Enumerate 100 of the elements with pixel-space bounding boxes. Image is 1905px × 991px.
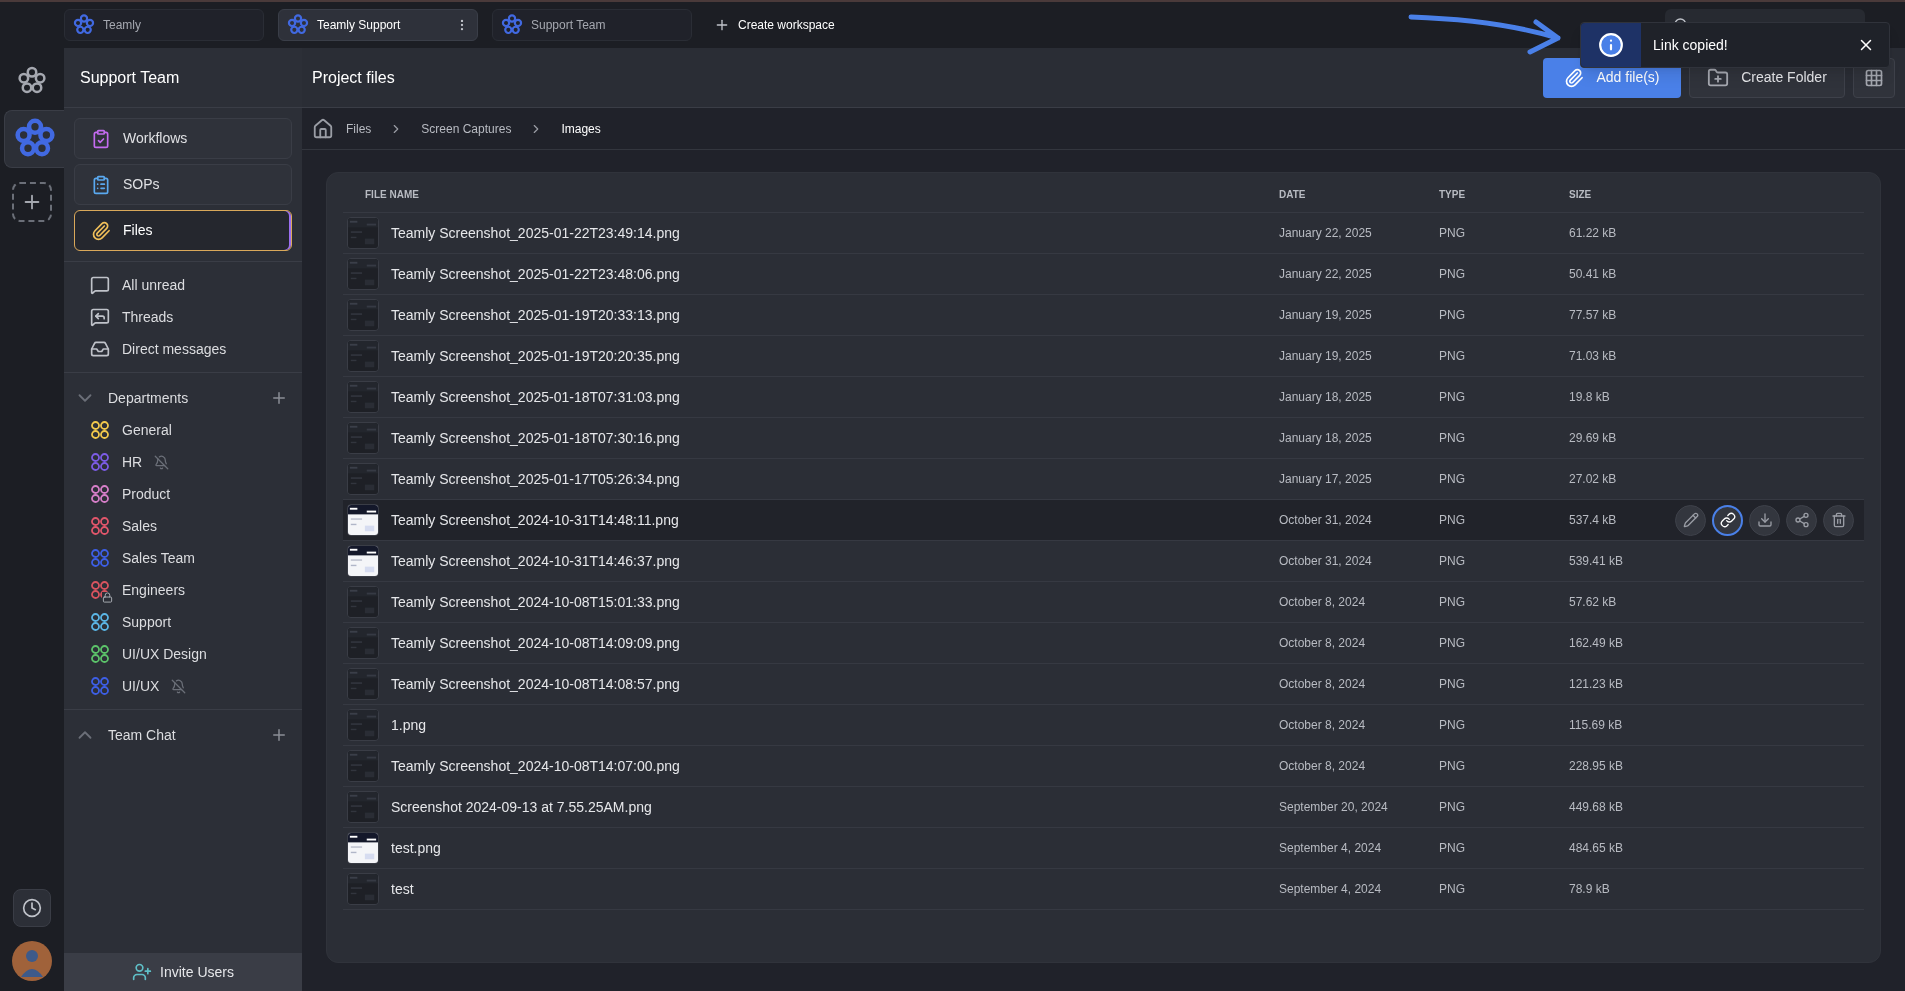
- file-date: October 31, 2024: [1278, 553, 1373, 570]
- file-row[interactable]: Teamly Screenshot_2025-01-19T20:20:35.png January 19, 2025 PNG 71.03 kB: [343, 336, 1864, 377]
- file-row[interactable]: Teamly Screenshot_2025-01-18T07:31:03.png January 18, 2025 PNG 19.8 kB: [343, 377, 1864, 418]
- share-button[interactable]: [1786, 504, 1817, 536]
- home-icon[interactable]: [312, 117, 334, 140]
- column-header: TYPE: [1439, 188, 1467, 202]
- file-date: January 19, 2025: [1278, 307, 1373, 324]
- file-row[interactable]: Teamly Screenshot_2024-10-08T14:08:57.png October 8, 2024 PNG 121.23 kB: [343, 664, 1864, 705]
- breadcrumb-link[interactable]: Files: [346, 119, 372, 138]
- file-row[interactable]: Teamly Screenshot_2025-01-19T20:33:13.png January 19, 2025 PNG 77.57 kB: [343, 295, 1864, 336]
- channel-name: UI/UX: [122, 676, 160, 696]
- file-row[interactable]: Teamly Screenshot_2025-01-22T23:48:06.png January 22, 2025 PNG 50.41 kB: [343, 254, 1864, 295]
- inbox-item[interactable]: All unread: [90, 272, 276, 298]
- file-row[interactable]: 1.png October 8, 2024 PNG 115.69 kB: [343, 705, 1864, 746]
- trash-icon: [1830, 512, 1847, 528]
- workspace-tab[interactable]: Support Team: [492, 9, 692, 41]
- workspace-name: Support Team: [531, 17, 607, 34]
- file-size: 78.9 kB: [1569, 881, 1611, 898]
- column-header: DATE: [1279, 188, 1307, 202]
- workspace-name: Teamly Support: [317, 17, 402, 34]
- avatar[interactable]: [12, 941, 52, 981]
- file-name: test: [391, 879, 414, 899]
- history-button[interactable]: [13, 889, 51, 927]
- inbox-item[interactable]: Direct messages: [90, 336, 276, 362]
- page-title: Project files: [312, 67, 396, 88]
- file-type: PNG: [1438, 389, 1466, 406]
- file-type: PNG: [1438, 840, 1466, 857]
- invite-users-button[interactable]: Invite Users: [64, 953, 302, 991]
- download-button[interactable]: [1749, 504, 1780, 536]
- file-size: 228.95 kB: [1569, 758, 1625, 775]
- clipboard-icon: [91, 174, 111, 195]
- file-row[interactable]: Teamly Screenshot_2024-10-31T14:46:37.png October 31, 2024 PNG 539.41 kB: [343, 541, 1864, 582]
- file-size: 449.68 kB: [1569, 799, 1625, 816]
- channel-item[interactable]: General: [90, 417, 292, 443]
- channel-item[interactable]: HR: [90, 449, 292, 475]
- file-size: 115.69 kB: [1569, 717, 1624, 734]
- file-row[interactable]: Teamly Screenshot_2024-10-08T15:01:33.png October 8, 2024 PNG 57.62 kB: [343, 582, 1864, 623]
- file-size: 61.22 kB: [1569, 225, 1618, 242]
- add-icon[interactable]: [270, 726, 288, 744]
- file-row[interactable]: Teamly Screenshot_2024-10-08T14:09:09.png October 8, 2024 PNG 162.49 kB: [343, 623, 1864, 664]
- breadcrumb-link[interactable]: Images: [561, 119, 601, 138]
- paperclip-icon: [1564, 67, 1585, 88]
- channel-name: Support: [122, 612, 172, 632]
- file-row[interactable]: Screenshot 2024-09-13 at 7.55.25AM.png September 20, 2024 PNG 449.68 kB: [343, 787, 1864, 828]
- grid-icon: [1864, 67, 1884, 88]
- file-type: PNG: [1438, 266, 1466, 283]
- channel-item[interactable]: Sales Team: [90, 545, 292, 571]
- channel-item[interactable]: Sales: [90, 513, 292, 539]
- link-button[interactable]: [1712, 504, 1743, 536]
- share-icon: [1793, 512, 1810, 528]
- file-name: Teamly Screenshot_2024-10-31T14:48:11.png: [391, 510, 679, 530]
- file-row[interactable]: test.png September 4, 2024 PNG 484.65 kB: [343, 828, 1864, 869]
- nav-item[interactable]: Workflows: [74, 118, 292, 159]
- file-date: January 18, 2025: [1278, 389, 1373, 406]
- file-type: PNG: [1438, 799, 1466, 816]
- workspace-tab[interactable]: Teamly: [64, 9, 264, 41]
- file-date: January 22, 2025: [1278, 225, 1373, 242]
- inbox-icon: [90, 339, 110, 359]
- file-row[interactable]: test September 4, 2024 PNG 78.9 kB: [343, 869, 1864, 910]
- file-name: Teamly Screenshot_2025-01-18T07:30:16.png: [391, 428, 680, 448]
- file-row[interactable]: Teamly Screenshot_2025-01-22T23:49:14.png January 22, 2025 PNG 61.22 kB: [343, 213, 1864, 254]
- file-name: Teamly Screenshot_2024-10-31T14:46:37.png: [391, 551, 680, 571]
- column-header: SIZE: [1569, 188, 1593, 202]
- workspace-rail-item[interactable]: [4, 110, 64, 168]
- delete-button[interactable]: [1823, 504, 1854, 536]
- info-icon: [1598, 32, 1624, 58]
- create-workspace-button[interactable]: Create workspace: [706, 16, 843, 34]
- channel-item[interactable]: Product: [90, 481, 292, 507]
- file-size: 121.23 kB: [1569, 676, 1625, 693]
- file-row[interactable]: Teamly Screenshot_2024-10-08T14:07:00.png October 8, 2024 PNG 228.95 kB: [343, 746, 1864, 787]
- nav-item[interactable]: Files: [74, 210, 292, 251]
- file-date: October 8, 2024: [1278, 717, 1367, 734]
- inbox-item[interactable]: Threads: [90, 304, 276, 330]
- file-name: 1.png: [391, 715, 427, 735]
- file-row[interactable]: Teamly Screenshot_2024-10-31T14:48:11.png October 31, 2024 PNG 537.4 kB: [343, 500, 1864, 541]
- add-workspace-button[interactable]: [12, 182, 52, 222]
- channel-item[interactable]: Support: [90, 609, 292, 635]
- file-size: 537.4 kB: [1569, 512, 1618, 529]
- file-name: Teamly Screenshot_2025-01-22T23:49:14.png: [391, 223, 680, 243]
- channel-item[interactable]: UI/UX Design: [90, 641, 292, 667]
- file-name: Teamly Screenshot_2025-01-22T23:48:06.png: [391, 264, 680, 284]
- file-date: January 17, 2025: [1278, 471, 1373, 488]
- file-name: Screenshot 2024-09-13 at 7.55.25AM.png: [391, 797, 652, 817]
- file-type: PNG: [1438, 881, 1466, 898]
- add-icon[interactable]: [270, 389, 288, 407]
- channel-item[interactable]: UI/UX: [90, 673, 292, 699]
- file-type: PNG: [1438, 676, 1466, 693]
- file-name: Teamly Screenshot_2025-01-19T20:33:13.png: [391, 305, 680, 325]
- chat-bubble-icon: [90, 275, 110, 295]
- edit-button[interactable]: [1675, 504, 1706, 536]
- channel-name: Product: [122, 484, 171, 504]
- channel-name: Engineers: [122, 580, 186, 600]
- file-type: PNG: [1438, 635, 1466, 652]
- nav-item[interactable]: SOPs: [74, 164, 292, 205]
- file-size: 484.65 kB: [1569, 840, 1625, 857]
- team-title: Support Team: [80, 67, 180, 88]
- workspace-tab[interactable]: Teamly Support: [278, 9, 478, 41]
- breadcrumb-link[interactable]: Screen Captures: [421, 119, 512, 138]
- file-row[interactable]: Teamly Screenshot_2025-01-18T07:30:16.png January 18, 2025 PNG 29.69 kB: [343, 418, 1864, 459]
- channel-item[interactable]: Engineers: [90, 577, 292, 603]
